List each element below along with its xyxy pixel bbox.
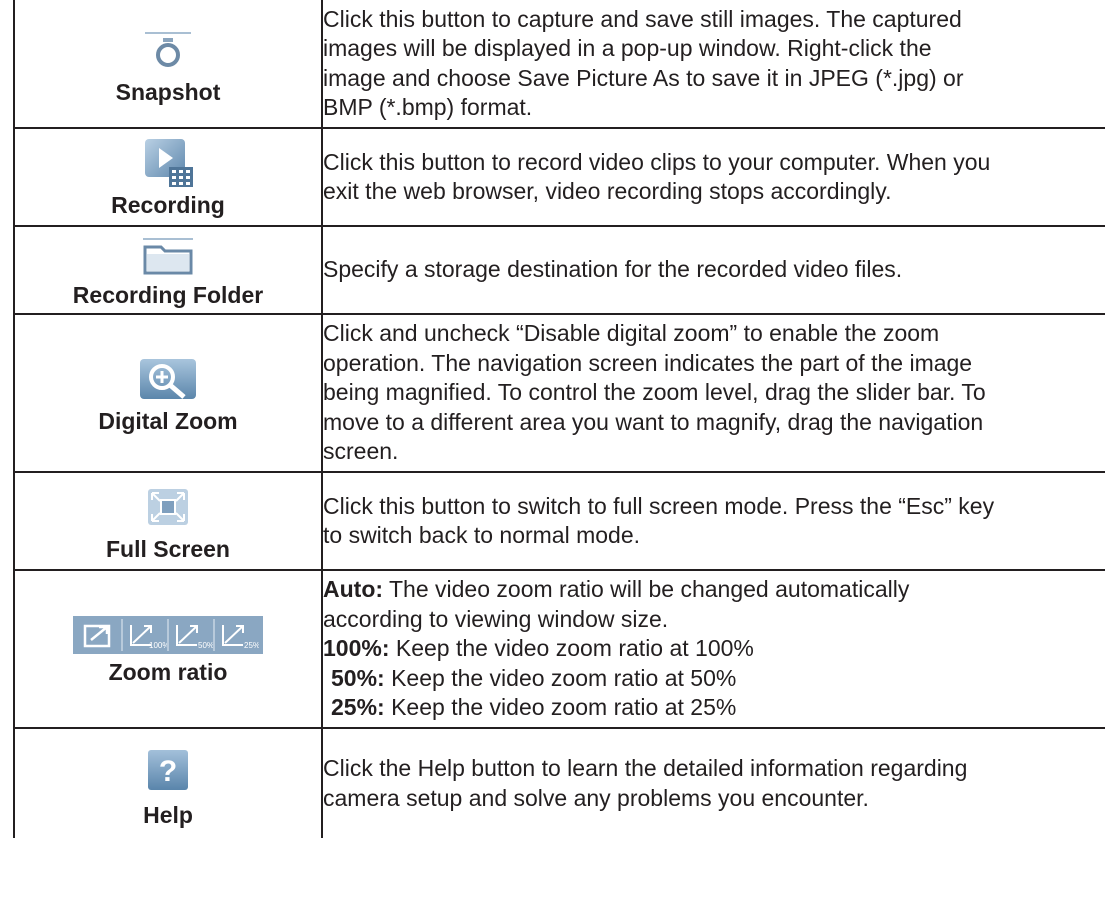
- svg-text:100%: 100%: [149, 641, 167, 650]
- button-cell: Digital Zoom: [13, 313, 323, 473]
- table-row: Recording Click this button to record vi…: [13, 127, 1105, 227]
- zoom-100-button[interactable]: 100%: [123, 619, 169, 651]
- button-cell: Recording Folder: [13, 225, 323, 315]
- table-row: Recording Folder Specify a storage desti…: [13, 225, 1105, 315]
- description-line: exit the web browser, video recording st…: [323, 178, 892, 204]
- svg-text:25%: 25%: [244, 641, 259, 650]
- description-line: 100%: Keep the video zoom ratio at 100%: [323, 634, 1105, 664]
- description-cell: Click this button to switch to full scre…: [321, 471, 1105, 571]
- term-text: The video zoom ratio will be changed aut…: [383, 576, 910, 603]
- table-row: 100% 50% 25%: [13, 569, 1105, 729]
- button-name: Help: [143, 801, 193, 828]
- folder-icon[interactable]: [15, 231, 321, 281]
- description-cell: Auto: The video zoom ratio will be chang…: [321, 569, 1105, 729]
- description-line: Specify a storage destination for the re…: [323, 256, 903, 283]
- description-line: Click the Help button to learn the detai…: [323, 755, 968, 781]
- zoom-50-button[interactable]: 50%: [169, 619, 215, 651]
- zoom-ratio-icons: 100% 50% 25%: [15, 612, 321, 658]
- description-line: 50%: Keep the video zoom ratio at 50%: [323, 664, 1105, 694]
- table-row: Snapshot Click this button to capture an…: [13, 0, 1105, 129]
- term: 50%:: [331, 664, 385, 691]
- table-row: Digital Zoom Click and uncheck “Disable …: [13, 313, 1105, 473]
- button-cell: Recording: [13, 127, 323, 227]
- button-name: Zoom ratio: [108, 659, 228, 685]
- description-line: operation. The navigation screen indicat…: [323, 349, 973, 376]
- description-line: to switch back to normal mode.: [323, 522, 641, 548]
- description-line: Click this button to record video clips …: [323, 148, 991, 175]
- description-line: BMP (*.bmp) format.: [323, 94, 533, 120]
- term-text: Keep the video zoom ratio at 100%: [389, 635, 754, 662]
- term: Auto:: [323, 576, 384, 603]
- description-cell: Click this button to capture and save st…: [321, 0, 1105, 129]
- description-line: move to a different area you want to mag…: [323, 408, 984, 435]
- term-text: Keep the video zoom ratio at 50%: [384, 664, 737, 691]
- svg-text:50%: 50%: [198, 641, 213, 650]
- description-line: camera setup and solve any problems you …: [323, 784, 869, 811]
- description-line: screen.: [323, 438, 399, 465]
- zoom-auto-button[interactable]: [77, 619, 123, 651]
- description-line: Auto: The video zoom ratio will be chang…: [323, 575, 1105, 605]
- magnifier-icon[interactable]: [15, 351, 321, 407]
- term-text: according to viewing window size.: [323, 605, 669, 632]
- description-line: being magnified. To control the zoom lev…: [323, 379, 986, 406]
- description-line: image and choose Save Picture As to save…: [323, 64, 964, 91]
- zoom-25-button[interactable]: 25%: [215, 619, 260, 651]
- full-screen-icon[interactable]: [15, 479, 321, 535]
- description-line: Click and uncheck “Disable digital zoom”…: [323, 320, 940, 347]
- term: 100%:: [323, 635, 390, 662]
- description-cell: Click this button to record video clips …: [321, 127, 1105, 227]
- button-name: Recording Folder: [72, 282, 264, 308]
- description-line: according to viewing window size.: [323, 605, 1105, 635]
- button-cell: Full Screen: [13, 471, 323, 571]
- description-line: Click this button to capture and save st…: [323, 5, 962, 32]
- button-cell: Snapshot: [13, 0, 323, 129]
- help-icon[interactable]: ?: [15, 739, 321, 801]
- zoom-ratio-toolbar: 100% 50% 25%: [73, 616, 263, 654]
- table-row: Full Screen Click this button to switch …: [13, 471, 1105, 571]
- snapshot-icon[interactable]: [15, 22, 321, 78]
- button-name: Recording: [111, 192, 225, 218]
- button-name: Full Screen: [106, 536, 230, 562]
- button-name: Digital Zoom: [98, 408, 238, 434]
- description-cell: Specify a storage destination for the re…: [321, 225, 1105, 315]
- svg-text:?: ?: [159, 755, 177, 788]
- description-line: 25%: Keep the video zoom ratio at 25%: [323, 693, 1105, 723]
- description-line: Click this button to switch to full scre…: [323, 492, 995, 519]
- term: 25%:: [331, 694, 385, 721]
- term-text: Keep the video zoom ratio at 25%: [384, 694, 737, 721]
- table-row: ? Help Click the Help button to learn th…: [13, 727, 1105, 838]
- button-name: Snapshot: [115, 78, 221, 105]
- description-line: images will be displayed in a pop-up win…: [323, 35, 932, 61]
- description-cell: Click the Help button to learn the detai…: [321, 727, 1105, 838]
- button-cell: 100% 50% 25%: [13, 569, 323, 729]
- description-cell: Click and uncheck “Disable digital zoom”…: [321, 313, 1105, 473]
- button-reference-table: Snapshot Click this button to capture an…: [13, 0, 1105, 838]
- recording-icon[interactable]: [15, 135, 321, 191]
- button-cell: ? Help: [13, 727, 323, 838]
